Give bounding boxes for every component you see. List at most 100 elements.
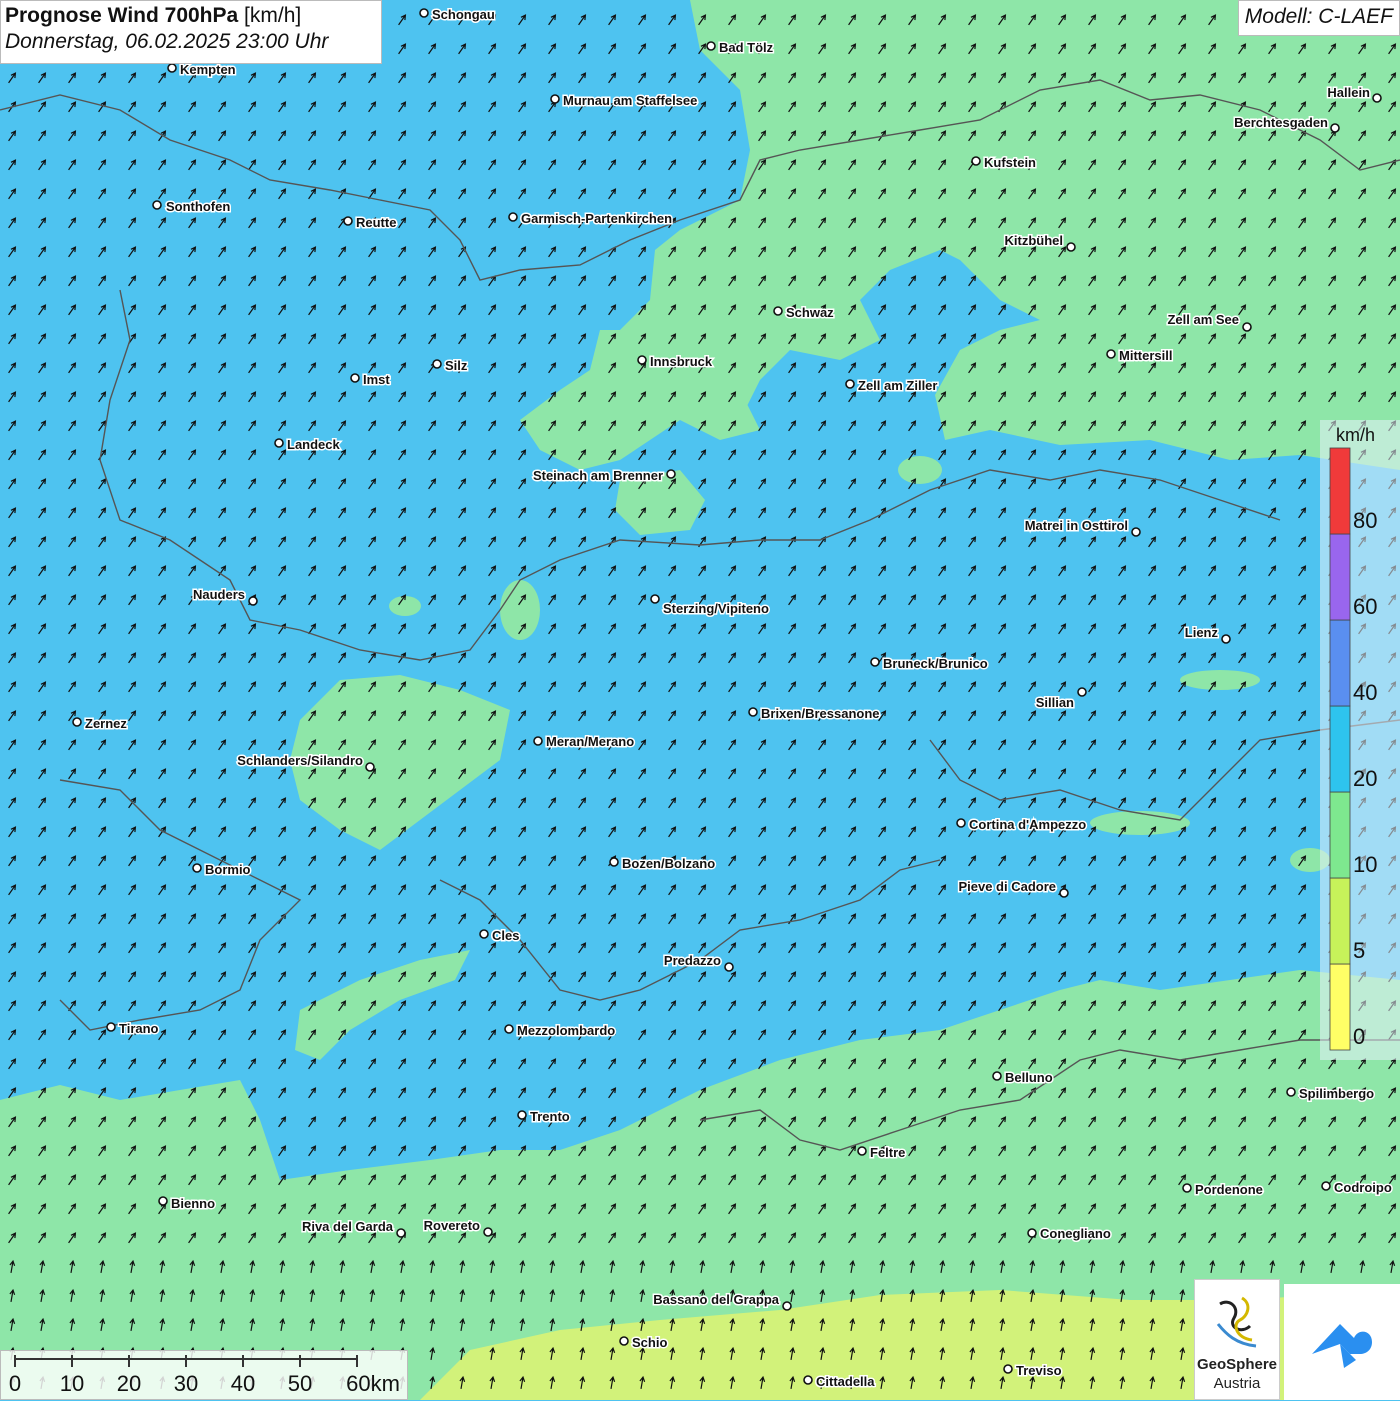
- city-label: Tirano: [119, 1021, 159, 1036]
- city-marker: [396, 1228, 406, 1238]
- city-steinach-am-brenner: Steinach am Brenner: [531, 467, 676, 485]
- city-label: Nauders: [193, 587, 245, 602]
- city-label: Pieve di Cadore: [958, 879, 1056, 894]
- city-marker: [1131, 527, 1141, 537]
- legend: km/h 0 5 10 20 40 60 80: [1320, 420, 1400, 1060]
- city-marker: [1321, 1181, 1331, 1191]
- city-label: Schongau: [432, 7, 495, 22]
- city-label: Codroipo: [1334, 1180, 1392, 1195]
- city-bruneck-brunico: Bruneck/Brunico: [870, 655, 989, 673]
- city-pordenone: Pordenone: [1182, 1181, 1264, 1199]
- city-marker: [248, 596, 258, 606]
- city-marker: [533, 736, 543, 746]
- city-label: Kufstein: [984, 155, 1036, 170]
- city-marker: [870, 657, 880, 667]
- city-marker: [1106, 349, 1116, 359]
- city-marker: [479, 929, 489, 939]
- legend-label: 10: [1353, 852, 1377, 877]
- city-marker: [619, 1336, 629, 1346]
- city-label: Garmisch-Partenkirchen: [521, 211, 672, 226]
- green-patch-3: [898, 456, 942, 484]
- city-marker: [192, 863, 202, 873]
- city-marker: [782, 1301, 792, 1311]
- city-marker: [167, 63, 177, 73]
- model-label: Modell: C-LAEF: [1237, 0, 1400, 36]
- city-marker: [274, 438, 284, 448]
- weather-app-logo[interactable]: [1284, 1284, 1400, 1400]
- city-marker: [1242, 322, 1252, 332]
- city-marker: [1077, 687, 1087, 697]
- scale-label-10: 10: [59, 1371, 85, 1396]
- city-marker: [365, 762, 375, 772]
- scale-label-50: 50: [287, 1371, 313, 1396]
- city-label: Zell am See: [1167, 312, 1239, 327]
- city-label: Landeck: [287, 437, 341, 452]
- title-unit: [km/h]: [244, 4, 302, 27]
- city-label: Spilimbergo: [1299, 1086, 1374, 1101]
- city-marker: [773, 306, 783, 316]
- map-title: Prognose Wind 700hPa [km/h]: [5, 4, 377, 28]
- city-label: Bozen/Bolzano: [622, 856, 715, 871]
- green-patch-2: [1180, 670, 1260, 690]
- city-murnau-am-staffelsee: Murnau am Staffelsee: [550, 92, 699, 110]
- city-marker: [724, 962, 734, 972]
- city-label: Trento: [530, 1109, 570, 1124]
- title-main: Prognose Wind 700hPa: [5, 4, 239, 27]
- city-spilimbergo: Spilimbergo: [1286, 1085, 1376, 1103]
- city-marker: [508, 212, 518, 222]
- emblem-swirl-2: [1234, 1296, 1253, 1342]
- city-marker: [432, 359, 442, 369]
- legend-label: 20: [1353, 766, 1377, 791]
- city-brixen-bressanone: Brixen/Bressanone: [748, 705, 881, 723]
- legend-unit: km/h: [1336, 425, 1375, 445]
- geosphere-logo[interactable]: GeoSphere Austria: [1194, 1279, 1280, 1400]
- city-label: Riva del Garda: [302, 1219, 394, 1234]
- city-marker: [857, 1146, 867, 1156]
- scale-label-20: 20: [116, 1371, 142, 1396]
- city-berchtesgaden: Berchtesgaden: [1233, 114, 1340, 133]
- legend-label: 40: [1353, 680, 1377, 705]
- city-marker: [419, 8, 429, 18]
- city-marker: [1182, 1183, 1192, 1193]
- city-bozen-bolzano: Bozen/Bolzano: [609, 855, 717, 873]
- city-marker: [343, 216, 353, 226]
- city-label: Silz: [445, 358, 468, 373]
- city-label: Cittadella: [816, 1374, 875, 1389]
- city-marker: [158, 1196, 168, 1206]
- city-label: Reutte: [356, 215, 396, 230]
- legend-band: [1329, 963, 1351, 1051]
- city-marker: [637, 355, 647, 365]
- legend-label: 60: [1353, 594, 1377, 619]
- city-label: Zell am Ziller: [858, 378, 937, 393]
- city-label: Bassano del Grappa: [653, 1292, 779, 1307]
- legend-label: 5: [1353, 938, 1365, 963]
- city-label: Innsbruck: [650, 354, 713, 369]
- city-marker: [609, 857, 619, 867]
- legend-band: [1329, 533, 1351, 621]
- legend-band: [1329, 877, 1351, 965]
- city-label: Cortina d'Ampezzo: [969, 817, 1086, 832]
- scale-bar: 0 10 20 30 40 50 60km: [0, 1350, 408, 1400]
- city-zell-am-ziller: Zell am Ziller: [845, 377, 939, 395]
- city-label: Zernez: [85, 716, 127, 731]
- legend-band: [1329, 705, 1351, 793]
- city-label: Bienno: [171, 1196, 215, 1211]
- legend-band: [1329, 619, 1351, 707]
- legend-label: 80: [1353, 508, 1377, 533]
- city-label: Lienz: [1185, 625, 1219, 640]
- city-mezzolombardo: Mezzolombardo: [504, 1022, 617, 1040]
- city-label: Predazzo: [664, 953, 721, 968]
- city-innsbruck: Innsbruck: [637, 353, 714, 371]
- city-label: Feltre: [870, 1145, 905, 1160]
- city-label: Murnau am Staffelsee: [563, 93, 697, 108]
- city-label: Mittersill: [1119, 348, 1172, 363]
- logo-line1: GeoSphere: [1196, 1356, 1278, 1373]
- city-label: Belluno: [1005, 1070, 1053, 1085]
- city-marker: [483, 1227, 493, 1237]
- city-marker: [106, 1022, 116, 1032]
- city-marker: [992, 1071, 1002, 1081]
- city-label: Hallein: [1327, 85, 1370, 100]
- city-label: Pordenone: [1195, 1182, 1263, 1197]
- city-schongau: Schongau: [419, 6, 496, 24]
- legend-band: [1329, 791, 1351, 879]
